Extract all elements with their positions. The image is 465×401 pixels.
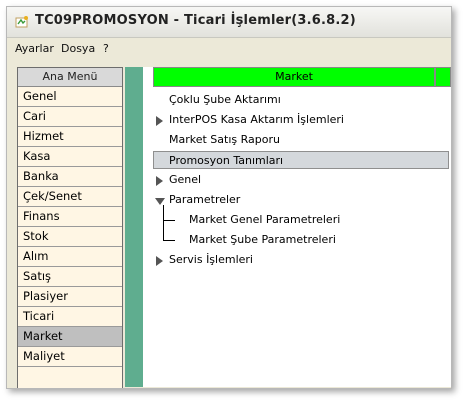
main-menu-item-plasiyer[interactable]: Plasiyer bbox=[18, 287, 122, 307]
main-menu-item-satis[interactable]: Satış bbox=[18, 267, 122, 287]
tree-item-promosyon-tanimlari[interactable]: Promosyon Tanımları bbox=[153, 151, 449, 169]
main-menu-panel: Ana Menü Genel Cari Hizmet Kasa Banka Çe… bbox=[17, 67, 123, 388]
tree-connector bbox=[163, 240, 175, 241]
tree-connector bbox=[163, 205, 164, 241]
main-menu-item-alim[interactable]: Alım bbox=[18, 247, 122, 267]
main-menu-item-kasa[interactable]: Kasa bbox=[18, 147, 122, 167]
main-menu-item-hizmet[interactable]: Hizmet bbox=[18, 127, 122, 147]
tree-item-genel[interactable]: Genel bbox=[169, 171, 201, 189]
title-bar[interactable]: TC09PROMOSYON - Ticari İşlemler(3.6.8.2) bbox=[7, 7, 451, 38]
main-menu-item-cari[interactable]: Cari bbox=[18, 107, 122, 127]
tree-item-market-sube-parametreleri[interactable]: Market Şube Parametreleri bbox=[189, 231, 336, 249]
market-header: Market bbox=[153, 67, 435, 87]
menu-help[interactable]: ? bbox=[103, 42, 109, 55]
collapse-arrow-icon[interactable] bbox=[155, 198, 165, 205]
tree-item-parametreler[interactable]: Parametreler bbox=[169, 191, 240, 209]
header-end-cell bbox=[435, 67, 451, 87]
main-menu-item-stok[interactable]: Stok bbox=[18, 227, 122, 247]
main-menu-item-market[interactable]: Market bbox=[18, 327, 122, 347]
tree-item-servis-islemleri[interactable]: Servis İşlemleri bbox=[169, 251, 253, 269]
window-title: TC09PROMOSYON - Ticari İşlemler(3.6.8.2) bbox=[35, 13, 356, 28]
market-tree-panel: Market Çoklu Şube Aktarımı InterPOS Kasa… bbox=[143, 67, 451, 387]
tree-item-market-satis-raporu[interactable]: Market Satış Raporu bbox=[169, 131, 280, 149]
tree-item-market-genel-parametreleri[interactable]: Market Genel Parametreleri bbox=[189, 211, 340, 229]
main-menu-item-genel[interactable]: Genel bbox=[18, 87, 122, 107]
main-menu-item-maliyet[interactable]: Maliyet bbox=[18, 347, 122, 367]
main-menu-item-banka[interactable]: Banka bbox=[18, 167, 122, 187]
expand-arrow-icon[interactable] bbox=[156, 256, 163, 266]
app-window: TC09PROMOSYON - Ticari İşlemler(3.6.8.2)… bbox=[6, 6, 452, 389]
main-menu-item-cek-senet[interactable]: Çek/Senet bbox=[18, 187, 122, 207]
menu-ayarlar[interactable]: Ayarlar bbox=[15, 42, 54, 55]
menu-bar: Ayarlar Dosya ? bbox=[7, 38, 451, 60]
main-menu-item-finans[interactable]: Finans bbox=[18, 207, 122, 227]
panel-divider[interactable] bbox=[125, 67, 143, 387]
menu-dosya[interactable]: Dosya bbox=[61, 42, 95, 55]
expand-arrow-icon[interactable] bbox=[156, 116, 163, 126]
tree-item-interpos[interactable]: InterPOS Kasa Aktarım İşlemleri bbox=[169, 111, 344, 129]
expand-arrow-icon[interactable] bbox=[156, 176, 163, 186]
app-icon bbox=[15, 16, 28, 28]
main-menu-header: Ana Menü bbox=[18, 68, 122, 87]
tree-item-coklu-sube[interactable]: Çoklu Şube Aktarımı bbox=[169, 91, 281, 109]
tree-connector bbox=[163, 220, 175, 221]
main-menu-item-ticari[interactable]: Ticari bbox=[18, 307, 122, 327]
